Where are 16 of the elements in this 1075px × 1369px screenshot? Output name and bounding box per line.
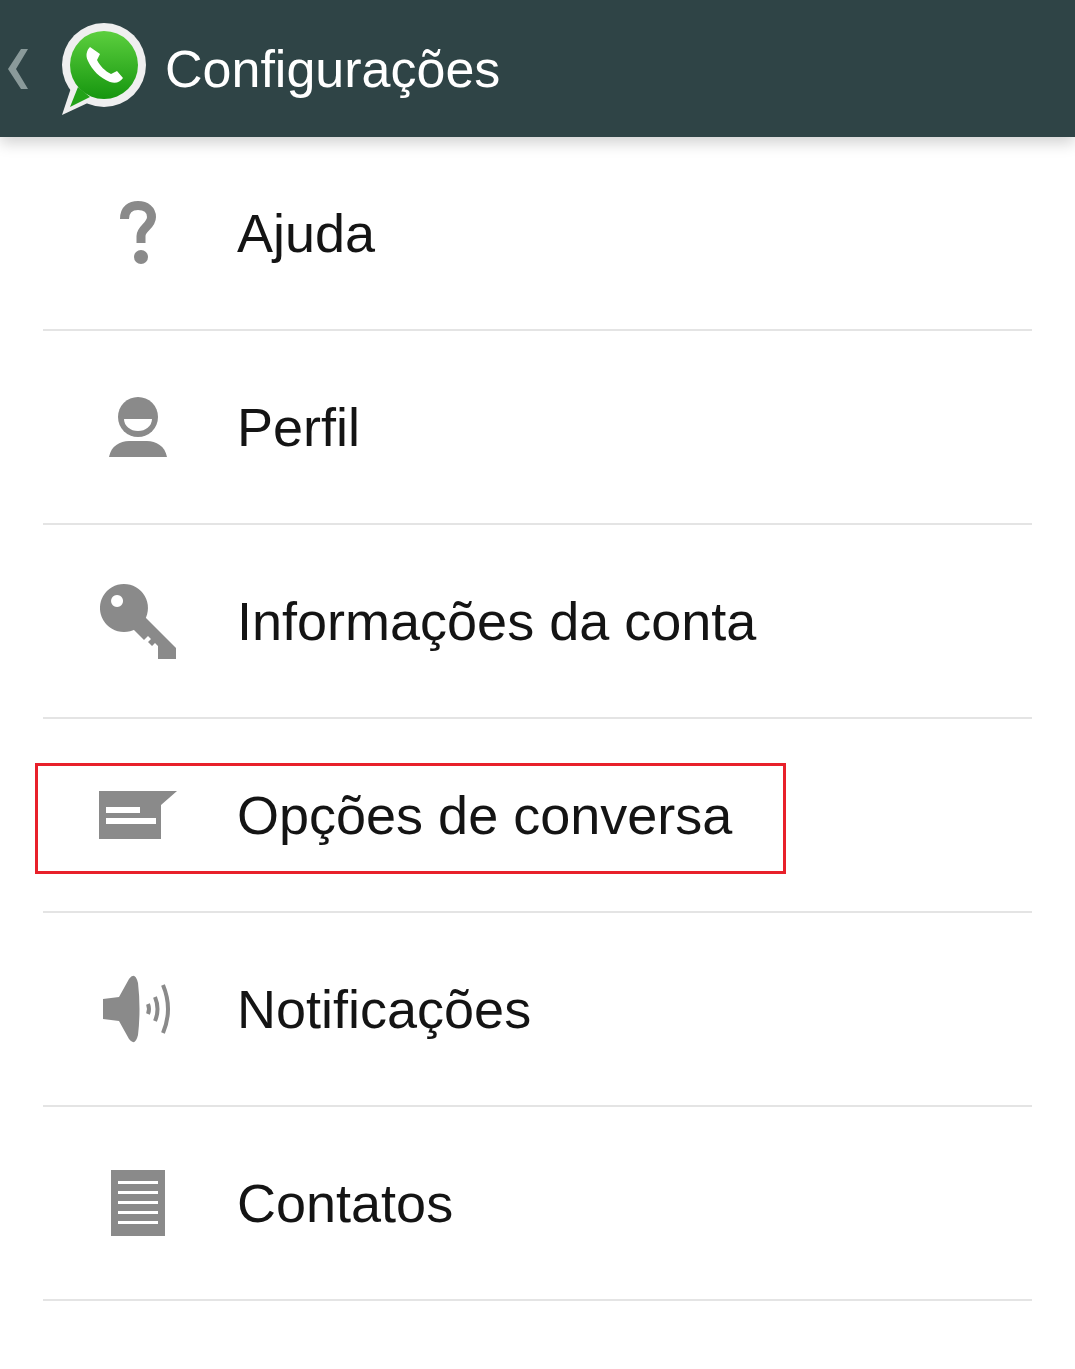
document-icon bbox=[111, 1170, 165, 1236]
app-logo-icon[interactable] bbox=[60, 22, 146, 115]
item-label: Contatos bbox=[237, 1176, 454, 1230]
settings-item[interactable]: Informações da conta bbox=[43, 525, 1032, 719]
settings-item[interactable]: Notificações bbox=[43, 913, 1032, 1107]
speaker-icon bbox=[103, 973, 173, 1045]
chat-bubble-icon bbox=[99, 791, 177, 839]
key-icon bbox=[99, 583, 177, 659]
settings-item[interactable]: Contatos bbox=[43, 1107, 1032, 1301]
settings-item[interactable]: Ajuda bbox=[43, 137, 1032, 331]
settings-item[interactable]: Opções de conversa bbox=[43, 719, 1032, 913]
settings-item[interactable]: Perfil bbox=[43, 331, 1032, 525]
item-label: Perfil bbox=[237, 400, 361, 454]
back-chevron-icon[interactable] bbox=[8, 48, 28, 89]
person-icon bbox=[109, 397, 167, 457]
question-mark-icon bbox=[119, 201, 157, 265]
